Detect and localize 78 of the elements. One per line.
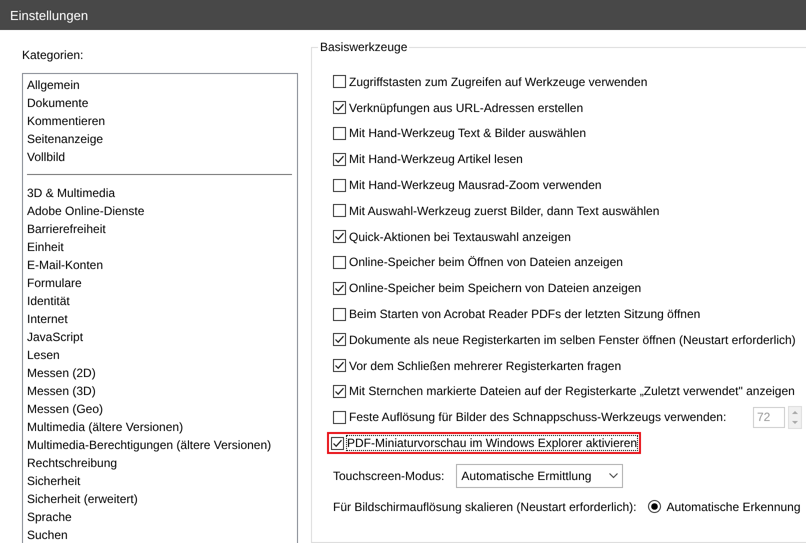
category-item[interactable]: Multimedia-Berechtigungen (ältere Versionen) <box>27 436 292 454</box>
checkbox-label[interactable]: Verknüpfungen aus URL-Adressen erstellen <box>349 100 584 115</box>
checkbox[interactable] <box>333 178 346 192</box>
category-item[interactable]: Identität <box>27 292 292 310</box>
category-item[interactable]: Suchen <box>27 526 292 543</box>
checkbox-option[interactable]: Mit Hand-Werkzeug Artikel lesen <box>330 148 526 170</box>
checkbox-label[interactable]: Quick-Aktionen bei Textauswahl anzeigen <box>349 230 571 244</box>
category-item[interactable]: Sprache <box>27 508 292 526</box>
checkbox-option[interactable]: Online-Speicher beim Öffnen von Dateien anzeigen <box>330 251 626 274</box>
checkbox[interactable] <box>333 359 346 372</box>
category-item[interactable]: Multimedia (ältere Versionen) <box>27 418 292 436</box>
category-item[interactable]: Sicherheit (erweitert) <box>27 490 292 508</box>
checkbox[interactable] <box>333 75 346 88</box>
category-item[interactable]: Einheit <box>27 238 292 256</box>
category-item[interactable]: Messen (Geo) <box>27 400 292 418</box>
category-item[interactable]: Kommentieren <box>27 112 292 130</box>
checkbox[interactable] <box>333 230 346 244</box>
category-item[interactable]: Rechtschreibung <box>27 454 292 472</box>
radio-label[interactable]: Automatische Erkennung <box>666 500 801 514</box>
checkbox[interactable] <box>333 410 346 424</box>
category-item[interactable]: 3D & Multimedia <box>27 184 292 202</box>
checkbox-option[interactable]: Verknüpfungen aus URL-Adressen erstellen <box>330 96 586 119</box>
category-item[interactable]: Lesen <box>27 346 292 364</box>
checkbox-label[interactable]: Mit Sternchen markierte Dateien auf der Registerkarte „Zuletzt verwendet" anzeigen <box>349 384 795 398</box>
checkbox-label[interactable]: Mit Hand-Werkzeug Text & Bilder auswählen <box>349 126 586 140</box>
checkbox-label[interactable]: PDF-Miniaturvorschau im Windows Explorer aktivieren <box>347 436 638 450</box>
checkbox[interactable] <box>333 204 346 218</box>
category-item[interactable]: Allgemein <box>27 76 292 94</box>
checkbox-option[interactable]: Dokumente als neue Registerkarten im selben Fenster öffnen (Neustart erforderlich) <box>330 328 799 351</box>
field-label: Für Bildschirmauflösung skalieren (Neustart erforderlich): <box>333 500 636 514</box>
checkbox-option[interactable]: Zugriffstasten zum Zugreifen auf Werkzeuge verwenden <box>330 70 650 93</box>
checkbox-option[interactable]: Mit Sternchen markierte Dateien auf der Registerkarte „Zuletzt verwendet" anzeigen <box>330 380 798 402</box>
category-item[interactable]: Sicherheit <box>27 472 292 490</box>
checkbox-label[interactable]: Beim Starten von Acrobat Reader PDFs der letzten Sitzung öffnen <box>349 307 700 322</box>
window-title: Einstellungen <box>10 8 88 22</box>
checkbox-option[interactable]: Quick-Aktionen bei Textauswahl anzeigen <box>330 226 574 248</box>
field-label: Touchscreen-Modus: <box>333 468 444 483</box>
checkbox[interactable] <box>333 282 346 295</box>
checkbox-option[interactable]: Feste Auflösung für Bilder des Schnappschuss-Werkzeugs verwenden: <box>330 406 730 428</box>
checkbox[interactable] <box>333 152 346 166</box>
checkbox-option[interactable]: Beim Starten von Acrobat Reader PDFs der letzten Sitzung öffnen <box>330 303 704 326</box>
checkbox-option[interactable]: Online-Speicher beim Speichern von Dateien anzeigen <box>330 277 644 300</box>
dropdown[interactable]: Automatische Ermittlung <box>456 464 624 488</box>
checkbox-label[interactable]: Mit Auswahl-Werkzeug zuerst Bilder, dann Text auswählen <box>349 204 660 218</box>
checkbox-label[interactable]: Zugriffstasten zum Zugreifen auf Werkzeuge verwenden <box>349 74 648 89</box>
checkbox-option[interactable]: Mit Hand-Werkzeug Mausrad-Zoom verwenden <box>330 174 605 196</box>
category-item[interactable]: JavaScript <box>27 328 292 346</box>
checkbox[interactable] <box>333 308 346 321</box>
checkbox[interactable] <box>333 126 346 140</box>
category-item[interactable]: Seitenanzeige <box>27 130 292 148</box>
checkbox[interactable] <box>333 101 346 114</box>
checkbox-label[interactable]: Online-Speicher beim Speichern von Dateien anzeigen <box>349 281 642 296</box>
category-item[interactable]: Adobe Online-Dienste <box>27 202 292 220</box>
checkbox-label[interactable]: Feste Auflösung für Bilder des Schnappschuss-Werkzeugs verwenden: <box>349 410 726 424</box>
category-item[interactable]: Messen (3D) <box>27 382 292 400</box>
checkbox-label[interactable]: Dokumente als neue Registerkarten im selben Fenster öffnen (Neustart erforderlich) <box>349 332 796 347</box>
chevron-down-icon <box>609 472 618 479</box>
checkbox-label[interactable]: Vor dem Schließen mehrerer Registerkarten fragen <box>349 358 622 373</box>
category-item[interactable]: Vollbild <box>27 148 292 166</box>
category-item[interactable]: Formulare <box>27 274 292 292</box>
category-item[interactable]: Messen (2D) <box>27 364 292 382</box>
category-item[interactable]: E-Mail-Konten <box>27 256 292 274</box>
checkbox-label[interactable]: Online-Speicher beim Öffnen von Dateien anzeigen <box>349 255 623 270</box>
category-item[interactable]: Dokumente <box>27 94 292 112</box>
group-title: Basiswerkzeuge <box>318 39 410 55</box>
checkbox-option[interactable]: Vor dem Schließen mehrerer Registerkarten fragen <box>330 354 624 377</box>
checkbox[interactable] <box>331 436 344 450</box>
radio-button[interactable] <box>648 500 662 514</box>
list-label: Kategorien: <box>22 47 84 63</box>
checkbox-option[interactable]: Mit Auswahl-Werkzeug zuerst Bilder, dann Text auswählen <box>330 200 662 222</box>
category-item[interactable]: Barrierefreiheit <box>27 220 292 238</box>
category-item[interactable]: Internet <box>27 310 292 328</box>
checkbox-label[interactable]: Mit Hand-Werkzeug Artikel lesen <box>349 152 523 166</box>
checkbox-option[interactable]: Mit Hand-Werkzeug Text & Bilder auswählen <box>330 122 589 144</box>
checkbox[interactable] <box>333 256 346 269</box>
checkbox[interactable] <box>333 384 346 398</box>
checkbox[interactable] <box>333 333 346 346</box>
checkbox-label[interactable]: Mit Hand-Werkzeug Mausrad-Zoom verwenden <box>349 178 602 192</box>
